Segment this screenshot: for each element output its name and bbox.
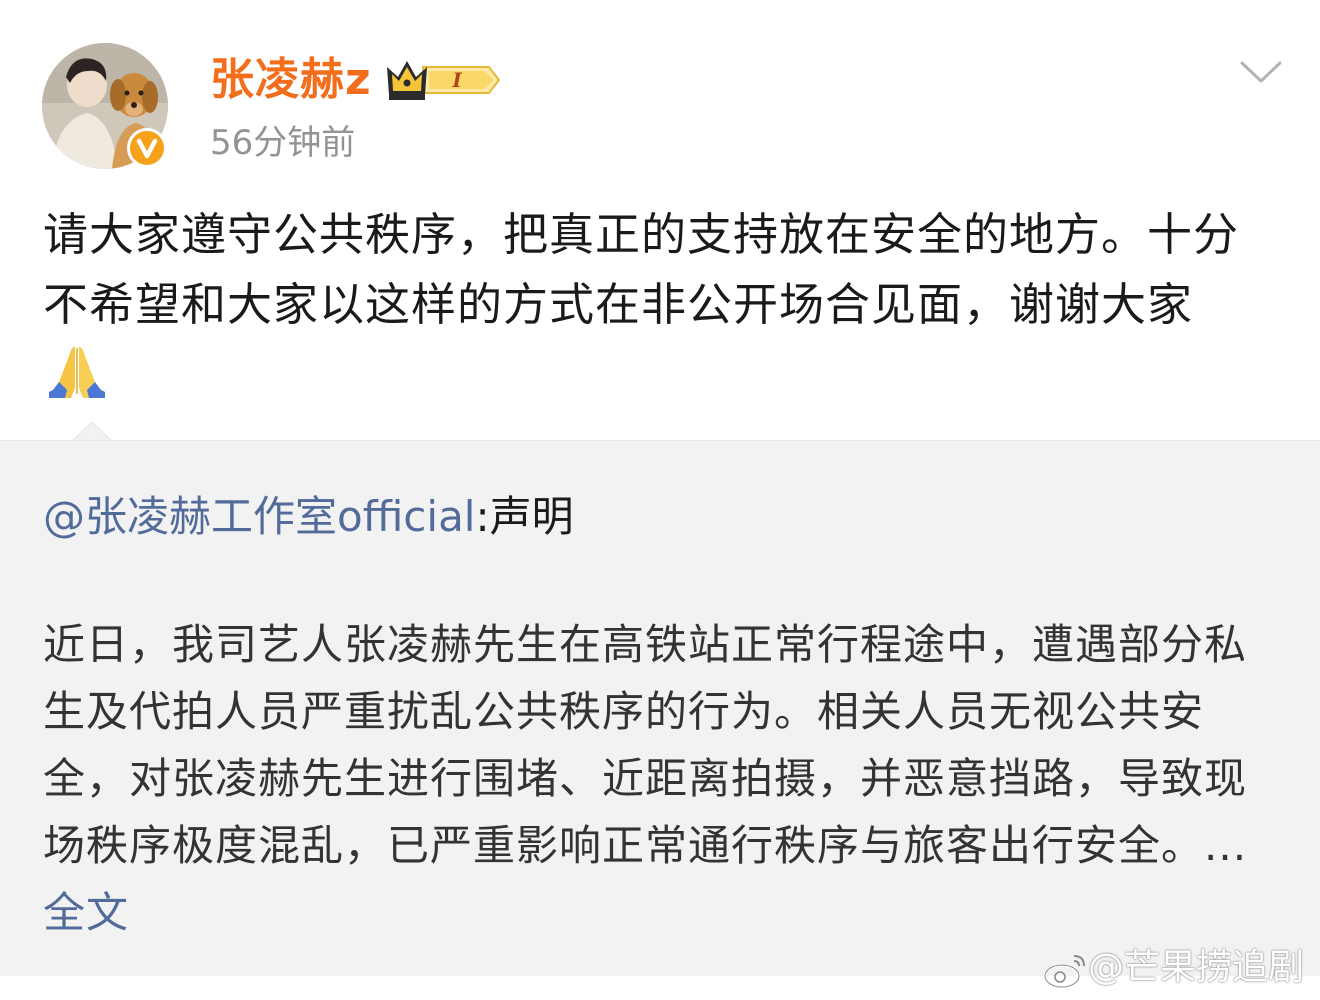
repost-card[interactable]: @张凌赫工作室official:声明 近日，我司艺人张凌赫先生在高铁站正常行程途… (0, 440, 1320, 976)
repost-text: 近日，我司艺人张凌赫先生在高铁站正常行程途中，遭遇部分私生及代拍人员严重扰乱公共… (43, 620, 1248, 870)
repost-author-mention[interactable]: @张凌赫工作室official (43, 492, 475, 541)
folded-hands-icon (45, 342, 109, 400)
weibo-post-page: 张凌赫z I 56分钟前 请大家遵守公共秩序，把真正的支持放在安全的地方。十分不… (0, 0, 1320, 1000)
repost-notch (72, 421, 112, 441)
repost-content: 近日，我司艺人张凌赫先生在高铁站正常行程途中，遭遇部分私生及代拍人员严重扰乱公共… (43, 611, 1258, 946)
verified-badge-icon (127, 128, 167, 168)
post-content: 请大家遵守公共秩序，把真正的支持放在安全的地方。十分不希望和大家以这样的方式在非… (43, 200, 1253, 410)
vip-level-text: I (451, 68, 462, 92)
author-name[interactable]: 张凌赫z (210, 52, 372, 108)
watermark-text: @芒果捞追剧 (1088, 947, 1305, 988)
repost-header: @张凌赫工作室official:声明 (43, 489, 574, 545)
post-text: 请大家遵守公共秩序，把真正的支持放在安全的地方。十分不希望和大家以这样的方式在非… (43, 208, 1240, 331)
repost-ellipsis: ... (1204, 821, 1248, 870)
vip-crown-badge-icon[interactable]: I (385, 55, 503, 105)
weibo-logo-icon (1043, 955, 1085, 989)
chevron-down-icon[interactable] (1238, 55, 1284, 89)
repost-title: :声明 (475, 492, 574, 541)
full-text-link[interactable]: 全文 (43, 888, 129, 937)
post-timestamp: 56分钟前 (210, 123, 356, 163)
